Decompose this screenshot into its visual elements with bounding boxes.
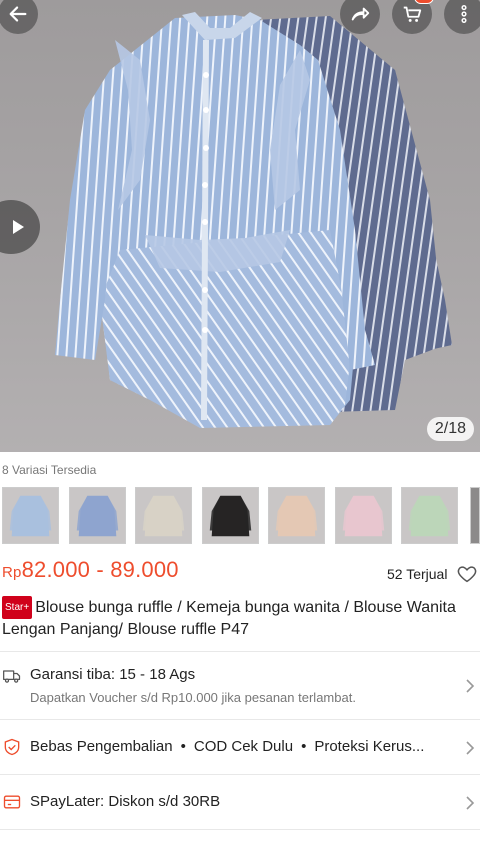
guarantee-free-return: Bebas Pengembalian xyxy=(30,738,173,755)
variant-swatch-black[interactable] xyxy=(201,487,259,544)
chevron-right-icon xyxy=(466,741,475,755)
variant-thumbnail xyxy=(3,488,58,543)
star-plus-badge: Star+ xyxy=(2,596,33,619)
product-title: Star+ Blouse bunga ruffle / Kemeja bunga … xyxy=(2,596,478,640)
price-currency: Rp xyxy=(2,564,22,581)
variant-swatch-blue[interactable] xyxy=(68,487,126,544)
shield-check-icon xyxy=(4,738,20,756)
divider xyxy=(0,829,480,830)
more-vertical-icon xyxy=(461,5,467,23)
arrow-left-icon xyxy=(9,6,27,22)
guarantee-damage-protection: Proteksi Kerus... xyxy=(314,738,425,755)
paylater-row[interactable]: SPayLater: Diskon s/d 30RB xyxy=(0,775,480,829)
variants-label: 8 Variasi Tersedia xyxy=(2,463,97,477)
chevron-right-icon xyxy=(466,796,475,810)
variant-swatch-pink[interactable] xyxy=(334,487,392,544)
variant-swatch-more[interactable] xyxy=(470,487,480,544)
product-title-text: Blouse bunga ruffle / Kemeja bunga wanit… xyxy=(2,599,456,638)
share-icon xyxy=(351,7,370,21)
variant-swatch-mint[interactable] xyxy=(401,487,458,544)
variant-swatch-light-blue[interactable] xyxy=(2,487,59,544)
variant-swatch-beige-stripe[interactable] xyxy=(135,487,192,544)
shipping-subtitle: Dapatkan Voucher s/d Rp10.000 jika pesan… xyxy=(30,690,356,705)
shipping-guarantee-row[interactable]: Garansi tiba: 15 - 18 Ags Dapatkan Vouch… xyxy=(0,652,480,718)
variant-thumbnail xyxy=(69,488,125,543)
paylater-text: SPayLater: Diskon s/d 30RB xyxy=(30,793,221,810)
variant-thumbnail xyxy=(335,488,391,543)
guarantees-row[interactable]: Bebas Pengembalian • COD Cek Dulu • Proteksi… xyxy=(0,720,480,774)
image-counter: 2/18 xyxy=(426,417,474,441)
price-row: Rp82.000 - 89.000 52 Terjual xyxy=(0,552,480,592)
chevron-right-icon xyxy=(466,679,475,693)
blouse-illustration xyxy=(55,12,452,428)
guarantees-text: Bebas Pengembalian • COD Cek Dulu • Proteksi… xyxy=(30,738,425,755)
sold-count: 52 Terjual xyxy=(387,566,448,582)
variant-thumbnail xyxy=(136,488,191,543)
cart-icon xyxy=(403,6,422,22)
shipping-title: Garansi tiba: 15 - 18 Ags xyxy=(30,666,196,683)
truck-icon xyxy=(3,670,21,683)
variant-swatch-peach[interactable] xyxy=(268,487,325,544)
play-icon xyxy=(13,220,24,234)
heart-icon[interactable] xyxy=(456,563,478,585)
guarantee-cod: COD Cek Dulu xyxy=(193,738,294,755)
variant-thumbnail xyxy=(269,488,324,543)
variant-thumbnail xyxy=(402,488,457,543)
product-image[interactable]: 73 2/18 xyxy=(0,0,480,452)
price-range: Rp82.000 - 89.000 xyxy=(2,557,179,583)
paylater-icon xyxy=(3,795,21,809)
price-value: 82.000 - 89.000 xyxy=(21,557,179,582)
variant-thumbnail xyxy=(202,488,258,543)
